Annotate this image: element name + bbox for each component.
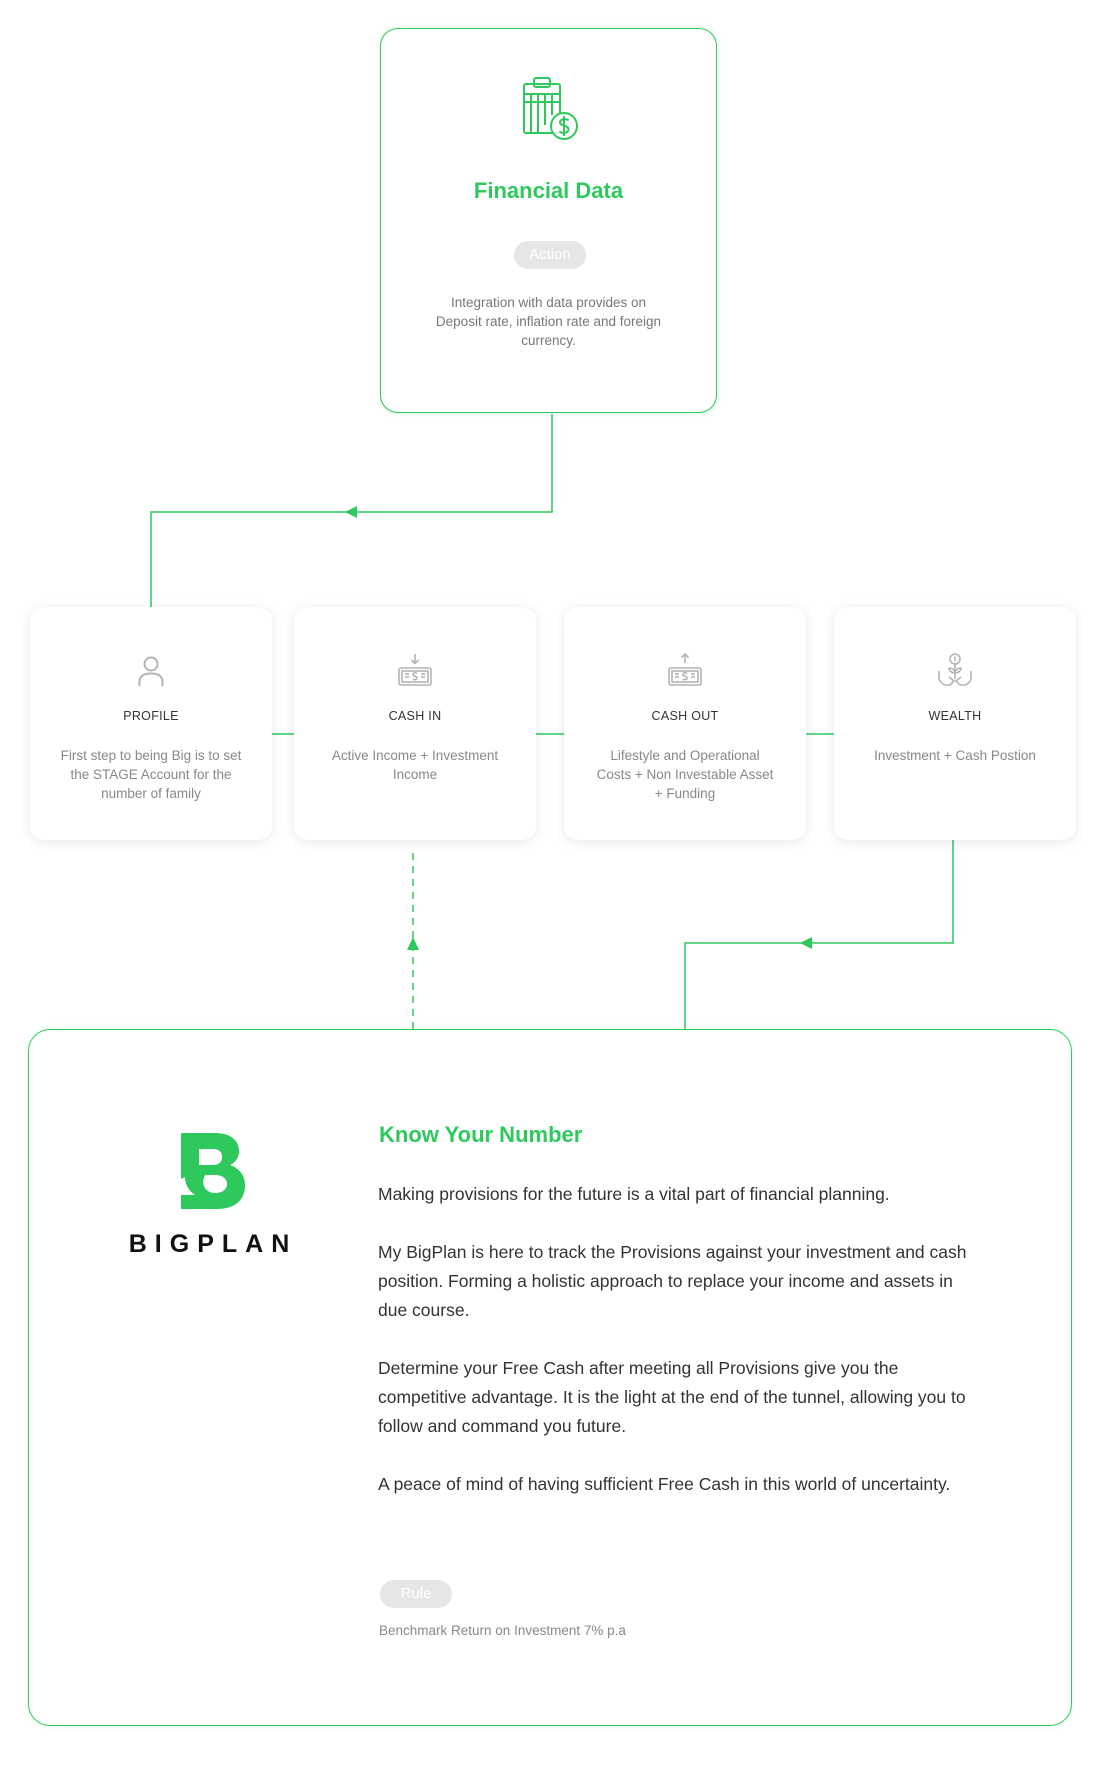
paragraph: Determine your Free Cash after meeting a… (378, 1358, 966, 1436)
arrow-up-dashed (407, 937, 419, 950)
rule-text: Benchmark Return on Investment 7% p.a (379, 1623, 626, 1638)
financial-data-title: Financial Data (473, 178, 624, 203)
step-description: Lifestyle and Operational Costs + Non In… (596, 748, 774, 801)
step-title: WEALTH (928, 709, 982, 723)
know-your-number-card: BIGPLAN Know Your Number Making provisio… (28, 1029, 1072, 1726)
action-tag: Action (514, 241, 586, 269)
hands-coin-plant-icon (938, 653, 972, 686)
step-card-cash-out: CASH OUT Lifestyle and Operational Costs… (564, 607, 806, 840)
step-description: First step to being Big is to set the ST… (60, 748, 242, 801)
step-title: CASH IN (388, 709, 442, 723)
cash-out-icon (668, 652, 702, 686)
user-icon (138, 656, 164, 686)
paragraph: Making provisions for the future is a vi… (378, 1184, 890, 1204)
arrow-left-lower (800, 937, 812, 949)
step-card-profile: PROFILE First step to being Big is to se… (30, 607, 272, 840)
arrow-left-upper (345, 506, 357, 518)
step-description: Active Income + Investment Income (331, 748, 499, 782)
step-card-cash-in: CASH IN Active Income + Investment Incom… (294, 607, 536, 840)
financial-data-card: Financial Data Action Integration with d… (380, 28, 717, 413)
clipboard-dollar-icon (523, 77, 578, 140)
step-title: CASH OUT (651, 709, 719, 723)
know-your-number-title: Know Your Number (379, 1122, 583, 1147)
bigplan-logo-text: BIGPLAN (128, 1230, 298, 1258)
step-title: PROFILE (123, 709, 179, 723)
rule-tag: Rule (380, 1580, 452, 1608)
paragraph: A peace of mind of having sufficient Fre… (378, 1474, 951, 1494)
connector-financial-to-profile (150, 414, 553, 607)
know-your-number-body: Making provisions for the future is a vi… (378, 1180, 978, 1528)
cash-in-icon (398, 654, 432, 686)
financial-data-description: Integration with data provides on Deposi… (435, 295, 662, 348)
step-description: Investment + Cash Postion (874, 748, 1036, 763)
connector-wealth-to-knowyournumber (684, 840, 954, 1029)
step-card-wealth: WEALTH Investment + Cash Postion (834, 607, 1076, 840)
bigplan-logo-icon (181, 1133, 245, 1209)
paragraph: My BigPlan is here to track the Provisio… (378, 1242, 967, 1320)
